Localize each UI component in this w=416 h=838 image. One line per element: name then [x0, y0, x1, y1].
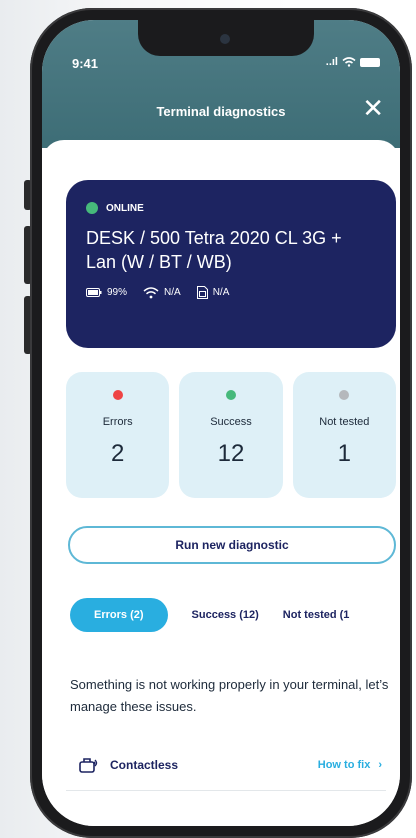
issues-description: Something is not working properly in you…: [70, 677, 389, 714]
wifi-status-icon: [342, 57, 356, 67]
page-title: Terminal diagnostics: [156, 104, 286, 119]
signal-icon: ..ıl: [325, 56, 338, 68]
contactless-card-icon: [79, 758, 98, 773]
stat-card-errors[interactable]: Errors 2: [66, 372, 170, 498]
battery-meta: 99%: [86, 287, 127, 298]
terminal-card: ONLINE DESK / 500 Tetra 2020 CL 3G + Lan…: [66, 180, 396, 348]
stat-card-success[interactable]: Success 12: [179, 372, 283, 498]
how-to-fix-label: How to fix: [317, 759, 371, 771]
not-tested-dot-icon: [339, 390, 350, 400]
stats-row: Errors 2 Success 12 Not tested 1: [66, 372, 396, 498]
status-icons: ..ıl: [326, 56, 380, 68]
run-diagnostic-button[interactable]: Run new diagnostic: [68, 526, 396, 564]
phone-screen: 9:41 ..ıl Terminal diagnostics ✕ ONLINE …: [42, 20, 400, 826]
chevron-right-icon: ›: [378, 759, 382, 771]
battery-status-icon: [360, 57, 380, 67]
issue-name: Contactless: [110, 758, 179, 772]
list-item[interactable]: Contactless How to fix ›: [78, 756, 382, 774]
how-to-fix-link[interactable]: How to fix ›: [318, 759, 382, 771]
wifi-value: N/A: [164, 287, 181, 298]
battery-value: 99%: [107, 287, 128, 298]
close-icon[interactable]: ✕: [362, 94, 384, 122]
result-tabs: Errors (2) Success (12) Not tested (1: [70, 598, 349, 632]
wifi-icon: [143, 286, 159, 298]
phone-frame: 9:41 ..ıl Terminal diagnostics ✕ ONLINE …: [30, 8, 412, 838]
notch: [138, 20, 314, 56]
terminal-name: DESK / 500 Tetra 2020 CL 3G + Lan (W / B…: [86, 228, 342, 272]
stat-value: 12: [217, 440, 245, 467]
tab-errors[interactable]: Errors (2): [70, 598, 168, 632]
battery-icon: [86, 288, 102, 297]
header: 9:41 ..ıl Terminal diagnostics ✕: [42, 20, 400, 148]
online-status: ONLINE: [86, 202, 376, 214]
issue-left: Contactless: [78, 756, 178, 774]
content: ONLINE DESK / 500 Tetra 2020 CL 3G + Lan…: [42, 140, 400, 826]
online-label: ONLINE: [106, 202, 144, 214]
camera-icon: [220, 34, 230, 44]
stat-label: Success: [210, 416, 252, 428]
sim-meta: N/A: [196, 286, 230, 299]
stat-value: 2: [110, 440, 125, 467]
terminal-meta: 99% N/A N/A: [86, 286, 376, 299]
success-dot-icon: [225, 390, 236, 400]
tab-not-tested[interactable]: Not tested (1: [283, 609, 350, 621]
divider: [66, 790, 386, 791]
sim-value: N/A: [212, 287, 230, 298]
stat-card-not-tested[interactable]: Not tested 1: [292, 372, 396, 498]
stat-label: Errors: [102, 416, 133, 428]
sim-card-icon: [196, 286, 208, 299]
online-dot-icon: [86, 202, 98, 214]
tab-success[interactable]: Success (12): [192, 609, 259, 621]
stat-value: 1: [337, 440, 351, 467]
wifi-meta: N/A: [143, 286, 181, 299]
status-time: 9:41: [72, 56, 99, 71]
error-dot-icon: [112, 390, 123, 400]
stat-label: Not tested: [319, 416, 370, 428]
